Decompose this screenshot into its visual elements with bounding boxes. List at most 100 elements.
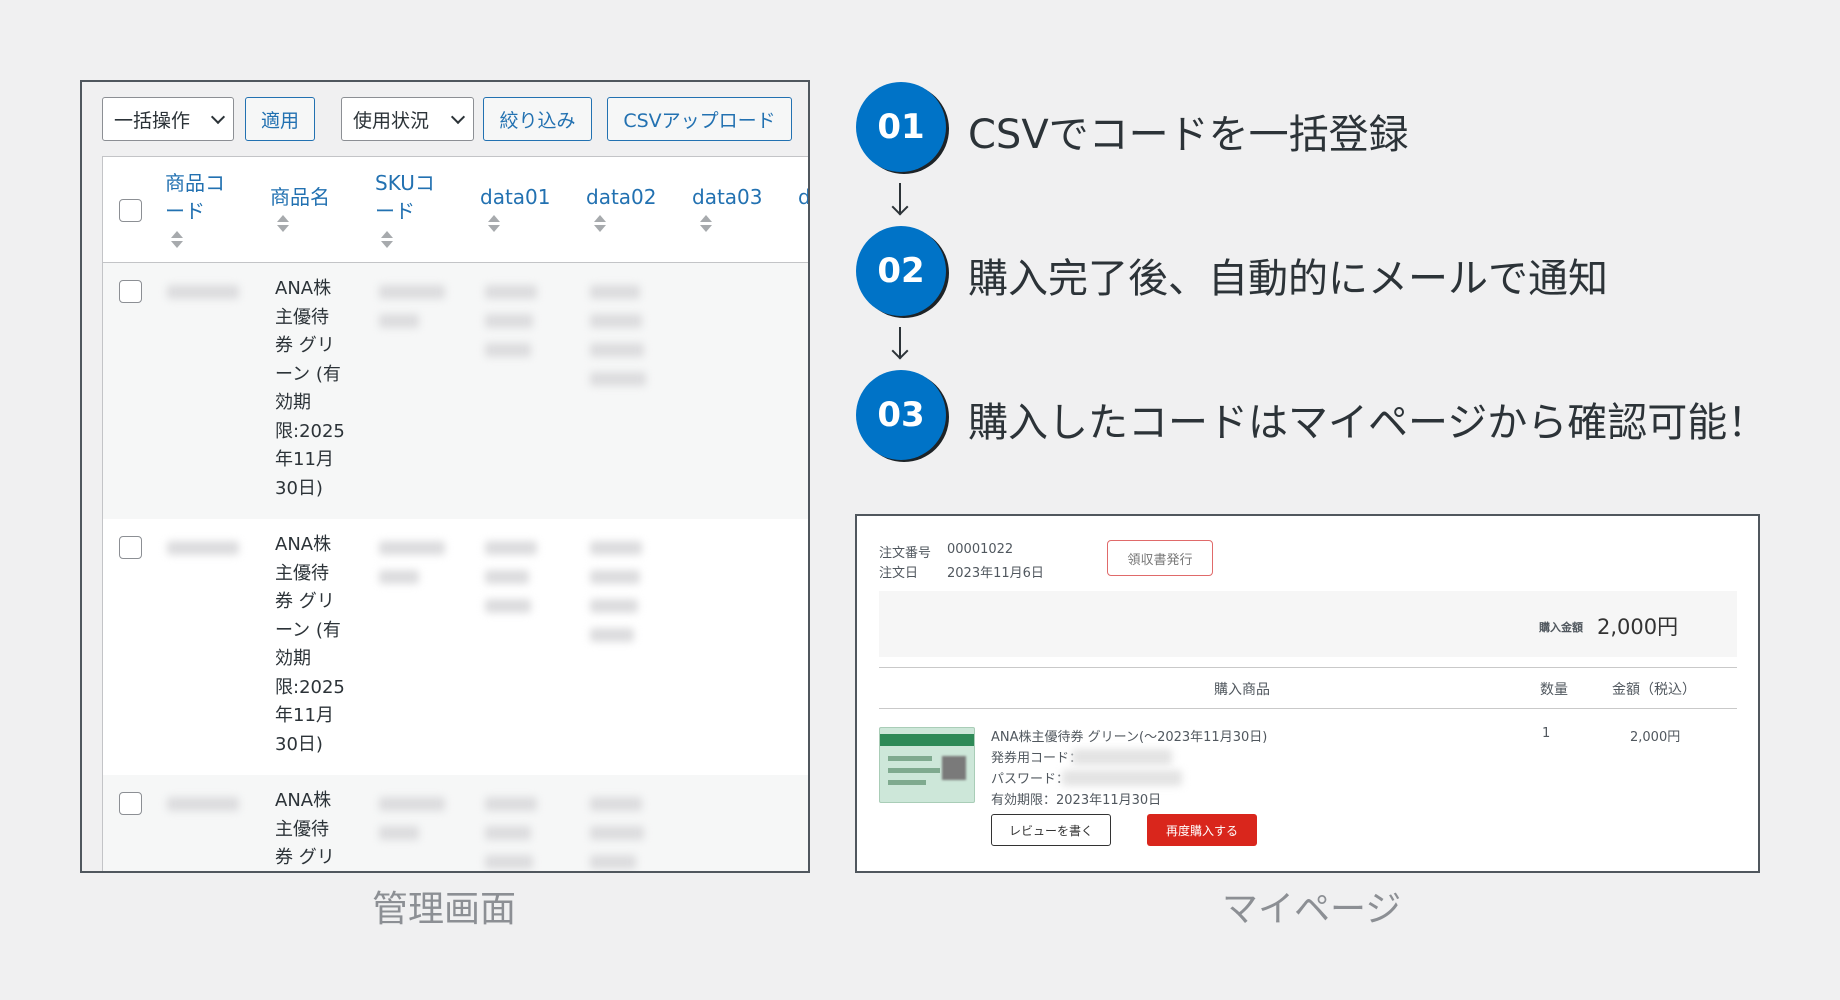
mypage-caption: マイページ [1222, 889, 1402, 930]
ticket-line [888, 756, 932, 761]
data02-redacted [590, 599, 638, 613]
product-code-redacted [167, 797, 239, 811]
product-name-line: 券 グリ [275, 591, 335, 612]
bulk-action-select[interactable]: 一括操作 [102, 97, 234, 141]
step-03-text: 購入したコードはマイページから確認可能！ [968, 400, 1768, 446]
write-review-button[interactable]: レビューを書く [991, 814, 1111, 846]
product-code-redacted [167, 541, 239, 555]
column-product-name[interactable]: 商品名 [270, 183, 330, 211]
product-name-line: 30日) [275, 477, 323, 499]
product-name-line: 年11月 [275, 449, 334, 470]
data02-redacted [590, 826, 644, 840]
sku-redacted [379, 570, 419, 584]
sort-icon[interactable] [381, 241, 393, 248]
data02-redacted [590, 570, 640, 584]
step-02-text: 購入完了後、自動的にメールで通知 [968, 256, 1608, 302]
data01-redacted [485, 541, 537, 555]
select-all-checkbox[interactable] [119, 199, 142, 222]
step-01-text: CSVでコードを一括登録 [968, 112, 1409, 158]
item-price: 2,000円 [1630, 730, 1681, 745]
sort-icon[interactable] [488, 225, 500, 232]
sort-icon[interactable] [700, 225, 712, 232]
sort-icon[interactable] [594, 225, 606, 232]
divider [879, 667, 1737, 668]
data01-redacted [485, 285, 537, 299]
total-label: 購入金額 [1539, 621, 1583, 634]
ticket-thumbnail [879, 727, 975, 803]
step-02-badge: 02 [856, 226, 946, 316]
product-name-line: 限:2025 [275, 676, 345, 698]
product-name-line: 年11月 [275, 705, 334, 726]
data01-redacted [485, 599, 531, 613]
rebuy-button[interactable]: 再度購入する [1147, 814, 1257, 846]
product-name-line: 主優待 [275, 306, 329, 328]
row-checkbox[interactable] [119, 536, 142, 559]
product-name-line: ーン (有 [275, 619, 341, 641]
column-cut-off[interactable]: d [798, 183, 808, 211]
usage-status-select[interactable]: 使用状況 [341, 97, 474, 141]
item-name[interactable]: ANA株主優待券 グリーン(〜2023年11月30日) [991, 726, 1267, 745]
csv-upload-label: CSVアップロード [623, 109, 776, 132]
data02-redacted [590, 797, 642, 811]
column-qty: 数量 [1540, 682, 1568, 698]
sort-icon[interactable] [594, 215, 606, 222]
total-box: 購入金額 2,000円 [879, 591, 1737, 657]
admin-caption: 管理画面 [372, 889, 517, 930]
data01-redacted [485, 314, 533, 328]
row-checkbox[interactable] [119, 792, 142, 815]
column-item: 購入商品 [1214, 682, 1270, 698]
product-name-cell: ANA株 主優待 券 グリ ーン (有 効期 限:2025 年11月 30日) [275, 275, 355, 503]
product-code-redacted [167, 285, 239, 299]
table-header: 商品コ ード 商品名 SKUコ ード data01 data02 data03 [103, 157, 808, 263]
arrow-head-icon [891, 198, 909, 216]
column-data03[interactable]: data03 [692, 183, 763, 211]
sort-icon[interactable] [277, 215, 289, 222]
data01-redacted [485, 826, 531, 840]
product-name-line: 主優待 [275, 818, 329, 840]
divider [879, 708, 1737, 709]
sku-redacted [379, 285, 445, 299]
total-value: 2,000円 [1597, 615, 1679, 639]
csv-upload-button[interactable]: CSVアップロード [607, 97, 792, 141]
column-product-code[interactable]: 商品コ ード [165, 169, 225, 225]
ticket-band [880, 734, 974, 746]
column-sku-line1: SKUコ [375, 171, 435, 195]
ticket-code-redacted [1072, 749, 1172, 765]
filter-label: 絞り込み [499, 109, 576, 132]
data01-redacted [485, 570, 529, 584]
receipt-button[interactable]: 領収書発行 [1107, 540, 1213, 576]
column-price: 金額（税込） [1612, 682, 1696, 698]
column-product-code-line1: 商品コ [165, 171, 225, 195]
admin-panel: 一括操作 適用 使用状況 絞り込み CSVアップロード 商品コ ード 商品名 S… [80, 80, 810, 873]
row-checkbox[interactable] [119, 280, 142, 303]
rebuy-label: 再度購入する [1165, 823, 1238, 838]
product-name-cell: ANA株 主優待 券 グリ [275, 787, 355, 871]
sort-icon[interactable] [171, 231, 183, 238]
sku-redacted [379, 541, 445, 555]
data02-redacted [590, 372, 646, 386]
ticket-line [888, 780, 926, 785]
data01-redacted [485, 797, 537, 811]
filter-button[interactable]: 絞り込み [483, 97, 592, 141]
apply-button[interactable]: 適用 [245, 97, 315, 141]
column-sku-code[interactable]: SKUコ ード [375, 169, 435, 225]
column-data01[interactable]: data01 [480, 183, 551, 211]
codes-table: 商品コ ード 商品名 SKUコ ード data01 data02 data03 [102, 156, 808, 871]
sort-icon[interactable] [488, 215, 500, 222]
sort-icon[interactable] [277, 225, 289, 232]
item-qty: 1 [1542, 726, 1551, 741]
column-data02[interactable]: data02 [586, 183, 657, 211]
table-row: ANA株 主優待 券 グリ ーン (有 効期 限:2025 年11月 30日) [103, 263, 808, 519]
order-number-label: 注文番号 [879, 546, 932, 561]
sort-icon[interactable] [700, 215, 712, 222]
sort-icon[interactable] [381, 231, 393, 238]
data02-redacted [590, 343, 644, 357]
arrow-head-icon [891, 342, 909, 360]
product-name-line: ANA株 [275, 534, 332, 555]
data02-redacted [590, 541, 642, 555]
password-label: パスワード： [991, 772, 1070, 787]
sort-icon[interactable] [171, 241, 183, 248]
mypage-panel: 注文番号 00001022 注文日 2023年11月6日 領収書発行 購入金額 … [855, 514, 1760, 873]
table-row: ANA株 主優待 券 グリ [103, 775, 808, 871]
data02-redacted [590, 314, 642, 328]
